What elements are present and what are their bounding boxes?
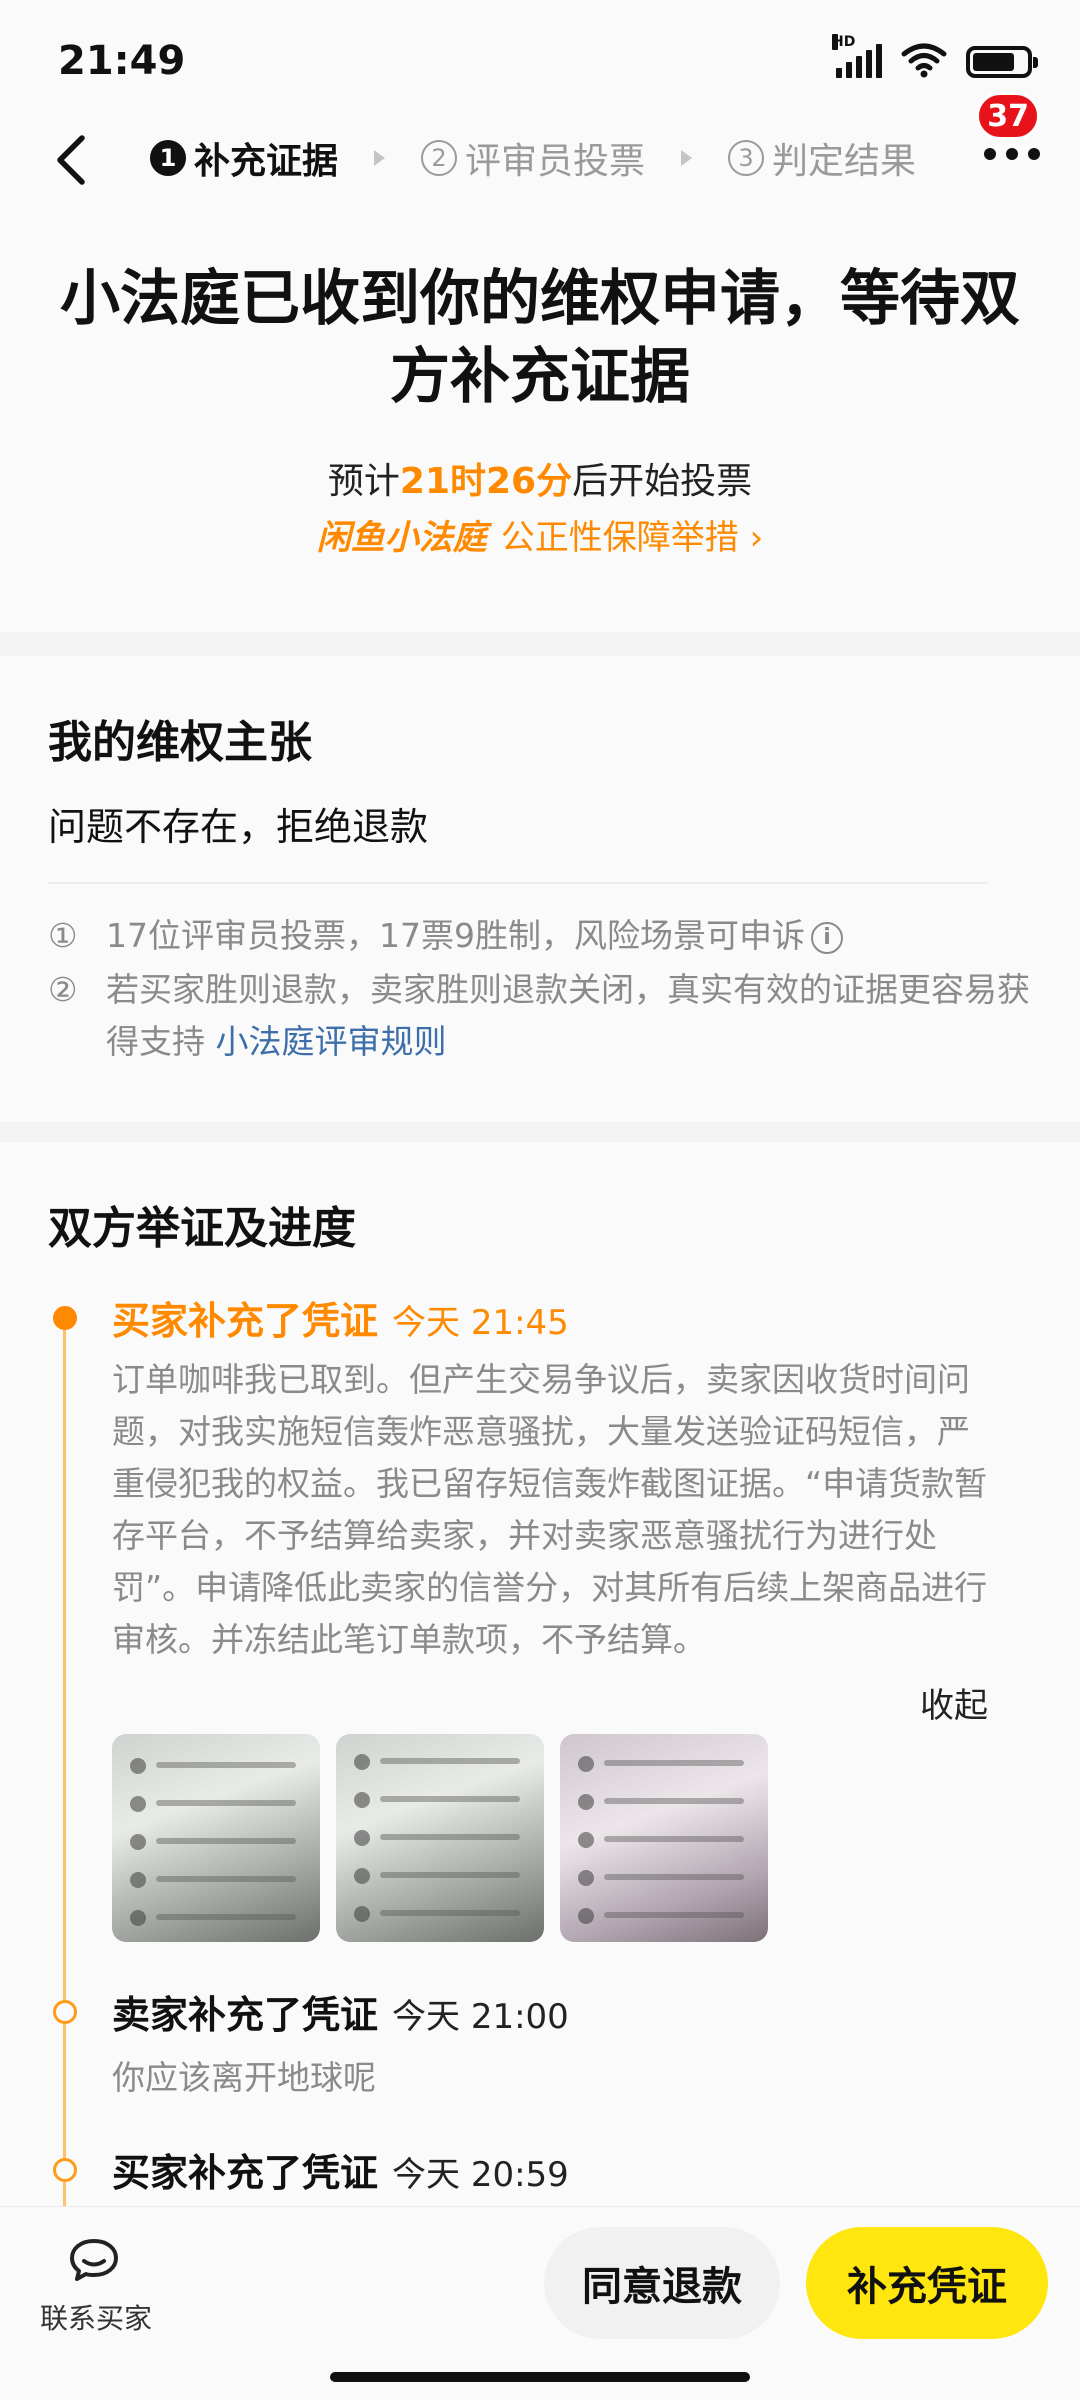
- wifi-icon: [901, 43, 947, 78]
- top-nav: 1 补充证据 2 评审员投票 3 判定结果 37: [0, 92, 1080, 200]
- step-number: 1: [150, 140, 186, 176]
- collapse-button[interactable]: 收起: [920, 1678, 988, 1727]
- more-options-icon[interactable]: [984, 148, 1040, 160]
- timeline-line: [63, 1312, 66, 2212]
- contact-buyer-label: 联系买家: [39, 2302, 152, 2335]
- evidence-image-sms-screenshot[interactable]: [112, 1734, 320, 1942]
- chat-icon: [70, 2239, 118, 2281]
- vote-countdown: 预计21时26分后开始投票: [327, 461, 753, 502]
- step-supply-evidence: 1 补充证据: [150, 132, 338, 184]
- claim-title: 我的维权主张: [48, 717, 312, 768]
- status-bar: 21:49 HD: [0, 0, 1080, 120]
- progress-stepper: 1 补充证据 2 评审员投票 3 判定结果: [150, 130, 916, 186]
- page-title: 小法庭已收到你的维权申请，等待双方补充证据: [60, 264, 1020, 412]
- cellular-signal-icon: HD: [832, 34, 882, 78]
- entry-header: 卖家补充了凭证 今天 21:00: [112, 1993, 569, 2037]
- step-reviewer-vote: 2 评审员投票: [421, 132, 645, 184]
- entry-time: 今天 20:59: [392, 2155, 569, 2195]
- entry-time: 今天 21:00: [392, 1997, 569, 2037]
- step-label: 补充证据: [194, 141, 339, 182]
- evidence-images: [112, 1734, 768, 1942]
- agree-refund-button[interactable]: 同意退款: [544, 2227, 780, 2339]
- home-indicator[interactable]: [330, 2372, 750, 2382]
- gesture-nav-area: [0, 2360, 1080, 2400]
- claim-value: 问题不存在，拒绝退款: [48, 805, 429, 849]
- supply-evidence-button[interactable]: 补充凭证: [806, 2227, 1048, 2339]
- timeline-dot: [53, 2158, 77, 2182]
- countdown-time: 21时26分: [399, 461, 573, 502]
- step-number: 2: [421, 140, 458, 176]
- info-icon[interactable]: i: [810, 921, 843, 954]
- back-arrow-icon[interactable]: [48, 132, 98, 188]
- guarantee-row[interactable]: 闲鱼小法庭 公正性保障举措 ›: [0, 510, 1080, 559]
- step-label: 判定结果: [772, 141, 917, 182]
- timeline-dot-current: [53, 1306, 77, 1330]
- entry-time: 今天 21:45: [392, 1303, 569, 1343]
- step-verdict: 3 判定结果: [728, 132, 916, 184]
- clock: 21:49: [58, 38, 186, 84]
- bottom-action-bar: 联系买家 同意退款 补充凭证: [0, 2206, 1080, 2360]
- rule-item: ① 17位评审员投票，17票9胜制，风险场景可申诉 i: [48, 910, 1032, 962]
- evidence-title: 双方举证及进度: [48, 1203, 356, 1254]
- evidence-image-sms-screenshot[interactable]: [336, 1734, 544, 1942]
- contact-buyer-button[interactable]: 联系买家: [36, 2237, 156, 2337]
- notification-badge: 37: [976, 92, 1040, 140]
- entry-header: 买家补充了凭证 今天 21:45: [112, 1299, 569, 1343]
- divider: [48, 882, 988, 884]
- status-hero: 小法庭已收到你的维权申请，等待双方补充证据 预计21时26分后开始投票 闲鱼小法…: [0, 200, 1080, 632]
- battery-icon: [966, 46, 1038, 78]
- guarantee-link[interactable]: 公正性保障举措 ›: [501, 518, 763, 558]
- court-rules-link[interactable]: 小法庭评审规则: [216, 1022, 447, 1061]
- entry-body: 订单咖啡我已取到。但产生交易争议后，卖家因收货时间问题，对我实施短信轰炸恶意骚扰…: [112, 1360, 988, 1659]
- evidence-card: 双方举证及进度 买家补充了凭证 今天 21:45 订单咖啡我已取到。但产生交易争议…: [0, 1142, 1080, 2212]
- evidence-image-sms-screenshot[interactable]: [560, 1734, 768, 1942]
- step-label: 评审员投票: [465, 141, 646, 182]
- entry-body: 你应该离开地球呢: [112, 2058, 376, 2097]
- entry-header: 买家补充了凭证 今天 20:59: [112, 2151, 569, 2195]
- xianyu-court-logo: 闲鱼小法庭: [316, 518, 487, 558]
- timeline-dot: [53, 2000, 77, 2024]
- step-arrow-icon: [681, 150, 693, 166]
- claim-card: 我的维权主张 问题不存在，拒绝退款 ① 17位评审员投票，17票9胜制，风险场景…: [0, 656, 1080, 1122]
- rule-item: ② 若买家胜则退款，卖家胜则退款关闭，真实有效的证据更容易获得支持 小法庭评审规…: [48, 970, 1030, 1061]
- step-arrow-icon: [374, 150, 386, 166]
- step-number: 3: [728, 140, 765, 176]
- status-icons: HD: [832, 34, 1038, 78]
